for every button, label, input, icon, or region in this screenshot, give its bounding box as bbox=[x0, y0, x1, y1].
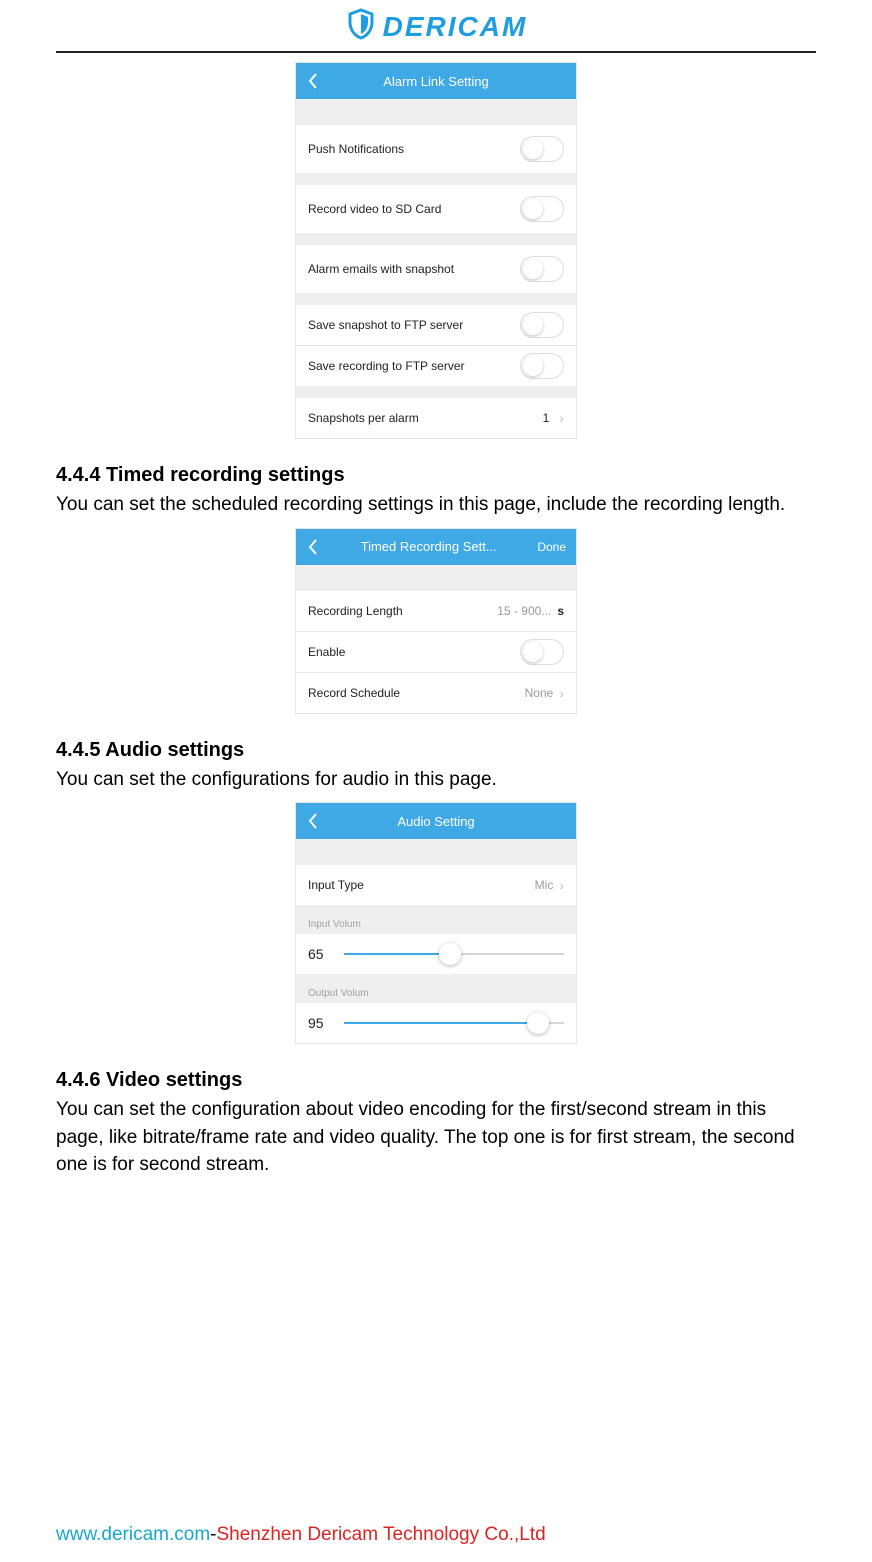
record-sd-row: Record video to SD Card bbox=[296, 185, 576, 233]
row-label: Save recording to FTP server bbox=[308, 359, 465, 373]
done-button[interactable]: Done bbox=[527, 540, 576, 554]
screenshot-title: Audio Setting bbox=[330, 814, 576, 829]
page-footer: www.dericam.com-Shenzhen Dericam Technol… bbox=[56, 1524, 546, 1546]
graybar bbox=[296, 386, 576, 398]
record-schedule-value: None bbox=[525, 686, 554, 700]
graybar bbox=[296, 839, 576, 865]
input-type-row[interactable]: Input Type Mic › bbox=[296, 865, 576, 905]
logo-text: DERICAM bbox=[383, 11, 528, 43]
shield-icon bbox=[345, 8, 377, 45]
timed-recording-screenshot: Timed Recording Sett... Done Recording L… bbox=[296, 529, 576, 713]
input-volume-slider[interactable] bbox=[344, 953, 564, 955]
section-desc-444: You can set the scheduled recording sett… bbox=[56, 491, 816, 519]
input-type-value: Mic bbox=[535, 878, 554, 892]
screenshot-header: Alarm Link Setting bbox=[296, 63, 576, 99]
screenshot-title: Alarm Link Setting bbox=[330, 74, 576, 89]
alarm-emails-toggle[interactable] bbox=[520, 256, 564, 282]
chevron-right-icon: › bbox=[559, 410, 564, 426]
chevron-left-icon bbox=[307, 72, 319, 90]
row-label: Alarm emails with snapshot bbox=[308, 262, 454, 276]
chevron-left-icon bbox=[307, 812, 319, 830]
screenshot-title: Timed Recording Sett... bbox=[330, 539, 527, 554]
save-snapshot-ftp-row: Save snapshot to FTP server bbox=[296, 305, 576, 345]
output-volume-slider[interactable] bbox=[344, 1022, 564, 1024]
header-divider bbox=[56, 51, 816, 53]
row-label: Snapshots per alarm bbox=[308, 411, 419, 425]
record-schedule-row[interactable]: Record Schedule None › bbox=[296, 673, 576, 713]
input-volume-label: Input Volum bbox=[296, 905, 576, 934]
snapshots-value: 1 bbox=[543, 411, 550, 425]
record-sd-toggle[interactable] bbox=[520, 196, 564, 222]
output-volume-row: 95 bbox=[296, 1003, 576, 1043]
section-desc-445: You can set the configurations for audio… bbox=[56, 766, 816, 794]
save-snapshot-ftp-toggle[interactable] bbox=[520, 312, 564, 338]
chevron-left-icon bbox=[307, 538, 319, 556]
back-button[interactable] bbox=[296, 63, 330, 99]
back-button[interactable] bbox=[296, 803, 330, 839]
push-notifications-row: Push Notifications bbox=[296, 125, 576, 173]
row-label: Record Schedule bbox=[308, 686, 400, 700]
section-desc-446: You can set the configuration about vide… bbox=[56, 1096, 816, 1179]
graybar bbox=[296, 233, 576, 245]
section-heading-446: 4.4.6 Video settings bbox=[56, 1069, 816, 1092]
graybar bbox=[296, 293, 576, 305]
graybar bbox=[296, 565, 576, 591]
section-heading-444: 4.4.4 Timed recording settings bbox=[56, 464, 816, 487]
enable-row: Enable bbox=[296, 632, 576, 672]
graybar bbox=[296, 173, 576, 185]
footer-url[interactable]: www.dericam.com bbox=[56, 1524, 210, 1545]
screenshot-header: Timed Recording Sett... Done bbox=[296, 529, 576, 565]
page-header: DERICAM bbox=[0, 0, 872, 47]
audio-setting-screenshot: Audio Setting Input Type Mic › Input Vol… bbox=[296, 803, 576, 1043]
row-label: Enable bbox=[308, 645, 345, 659]
graybar bbox=[296, 99, 576, 125]
alarm-link-screenshot: Alarm Link Setting Push Notifications Re… bbox=[296, 63, 576, 438]
input-volume-row: 65 bbox=[296, 934, 576, 974]
output-volume-label: Output Volum bbox=[296, 974, 576, 1003]
recording-length-placeholder: 15 - 900... bbox=[497, 604, 551, 618]
enable-toggle[interactable] bbox=[520, 639, 564, 665]
input-volume-value: 65 bbox=[308, 946, 332, 962]
row-label: Input Type bbox=[308, 878, 364, 892]
row-label: Push Notifications bbox=[308, 142, 404, 156]
row-label: Save snapshot to FTP server bbox=[308, 318, 463, 332]
recording-length-row[interactable]: Recording Length 15 - 900... s bbox=[296, 591, 576, 631]
alarm-emails-row: Alarm emails with snapshot bbox=[296, 245, 576, 293]
back-button[interactable] bbox=[296, 529, 330, 565]
save-recording-ftp-toggle[interactable] bbox=[520, 353, 564, 379]
footer-company: Shenzhen Dericam Technology Co.,Ltd bbox=[216, 1524, 545, 1545]
save-recording-ftp-row: Save recording to FTP server bbox=[296, 346, 576, 386]
screenshot-header: Audio Setting bbox=[296, 803, 576, 839]
output-volume-value: 95 bbox=[308, 1015, 332, 1031]
section-heading-445: 4.4.5 Audio settings bbox=[56, 739, 816, 762]
row-label: Record video to SD Card bbox=[308, 202, 441, 216]
recording-length-unit: s bbox=[557, 604, 564, 618]
logo: DERICAM bbox=[345, 8, 528, 45]
chevron-right-icon: › bbox=[559, 877, 564, 893]
push-notifications-toggle[interactable] bbox=[520, 136, 564, 162]
chevron-right-icon: › bbox=[559, 685, 564, 701]
row-label: Recording Length bbox=[308, 604, 403, 618]
snapshots-per-alarm-row[interactable]: Snapshots per alarm 1 › bbox=[296, 398, 576, 438]
